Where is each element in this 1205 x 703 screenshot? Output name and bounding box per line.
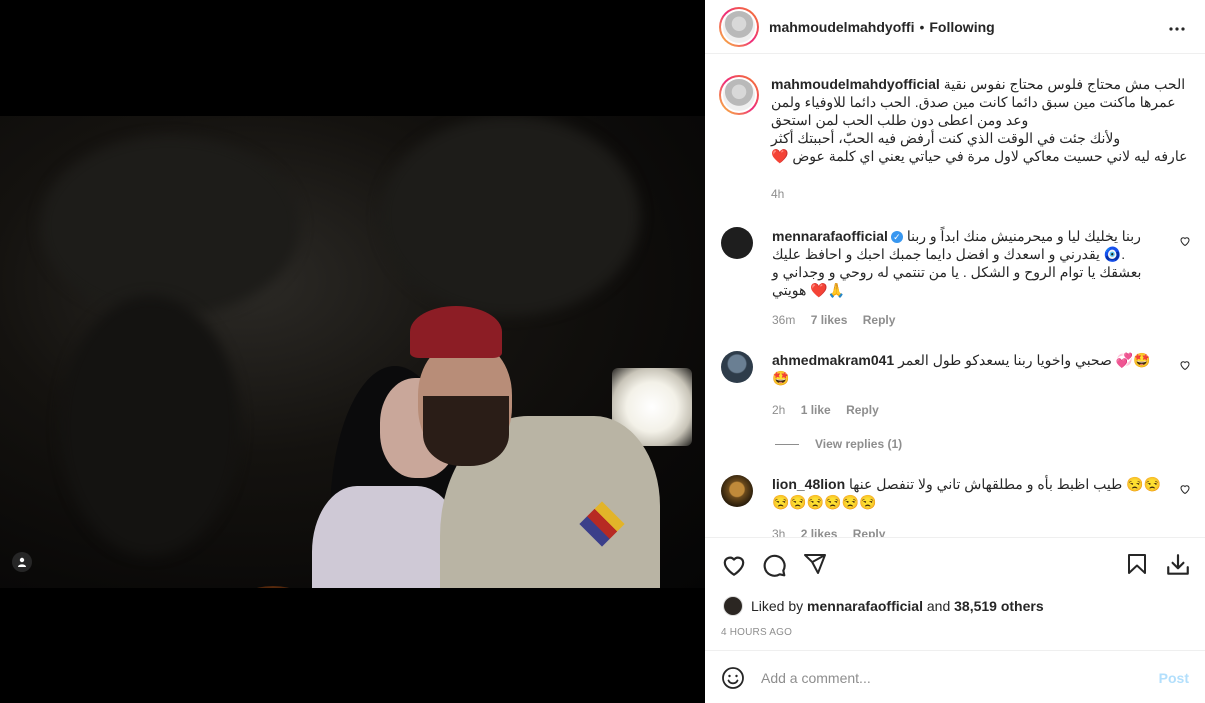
comment-line: طيب اظبط بأه و مطلقهاش تاني ولا تنفصل عن… bbox=[849, 476, 1162, 492]
caption-line: عارفه ليه لاني حسيت معاكي لاول مرة في حي… bbox=[771, 148, 1188, 164]
comments-list[interactable]: mahmoudelmahdyofficial الحب مش محتاج فلو… bbox=[705, 55, 1205, 537]
caption-author-avatar[interactable] bbox=[719, 75, 759, 115]
commenter-avatar[interactable] bbox=[721, 227, 753, 259]
reply-button[interactable]: Reply bbox=[863, 313, 896, 327]
commenter-avatar[interactable] bbox=[721, 475, 753, 507]
comment-line: 🤩 bbox=[772, 370, 790, 386]
comment-likes[interactable]: 2 likes bbox=[801, 527, 838, 537]
comment-time[interactable]: 36m bbox=[772, 313, 795, 327]
reply-button[interactable]: Reply bbox=[846, 403, 879, 417]
commenter-username[interactable]: mennarafaofficial bbox=[772, 228, 888, 244]
post-sidebar: mahmoudelmahdyoffi • Following mahmoudel… bbox=[705, 0, 1205, 703]
comment-time[interactable]: 3h bbox=[772, 527, 785, 537]
post-timestamp[interactable]: 4 HOURS AGO bbox=[721, 627, 792, 638]
commenter-avatar[interactable] bbox=[721, 351, 753, 383]
following-button[interactable]: Following bbox=[929, 19, 994, 35]
commenter-username[interactable]: lion_48lion bbox=[772, 476, 845, 492]
caption-line: الحب مش محتاج فلوس محتاج نفوس نقية bbox=[943, 76, 1186, 92]
post-header: mahmoudelmahdyoffi • Following bbox=[705, 0, 1205, 54]
comment-line: 😒😒😒😒😒😒 bbox=[772, 494, 877, 510]
comment-likes[interactable]: 1 like bbox=[801, 403, 831, 417]
likes-count[interactable]: 38,519 others bbox=[954, 598, 1044, 614]
liked-by-label: Liked by bbox=[751, 598, 804, 614]
emoji-icon[interactable] bbox=[721, 666, 745, 690]
more-options-icon[interactable] bbox=[1169, 15, 1185, 36]
and-label: and bbox=[926, 598, 951, 614]
caption-line: ولأنك جئت في الوقت الذي كنت أرفض فيه الح… bbox=[771, 130, 1121, 146]
fire-pit bbox=[236, 586, 310, 588]
heart-icon[interactable] bbox=[721, 552, 747, 578]
post-actions: Liked by mennarafaofficial and 38,519 ot… bbox=[705, 537, 1205, 703]
commenter-username[interactable]: ahmedmakram041 bbox=[772, 352, 894, 368]
comment-like-heart-icon[interactable] bbox=[1179, 483, 1191, 495]
add-comment-bar: Post bbox=[705, 650, 1205, 703]
view-replies-button[interactable]: View replies (1) bbox=[775, 437, 902, 451]
post-comment-button[interactable]: Post bbox=[1159, 670, 1189, 686]
comment-line: ربنا يخليك ليا و ميحرمنيش منك ابداً و رب… bbox=[906, 228, 1141, 244]
download-icon[interactable] bbox=[1165, 552, 1191, 578]
action-bar bbox=[719, 552, 1191, 580]
comment-icon[interactable] bbox=[761, 552, 787, 578]
comment-likes[interactable]: 7 likes bbox=[811, 313, 848, 327]
caption-author[interactable]: mahmoudelmahdyofficial bbox=[771, 76, 940, 92]
view-replies-label[interactable]: View replies (1) bbox=[815, 437, 902, 451]
likes-summary: Liked by mennarafaofficial and 38,519 ot… bbox=[723, 596, 1044, 616]
bookmark-icon[interactable] bbox=[1125, 552, 1149, 576]
comment-line: هويتي ❤️🙏 bbox=[772, 282, 846, 298]
liker-avatar[interactable] bbox=[723, 596, 743, 616]
comment-line: بعشقك يا توام الروح و الشكل . يا من تنتم… bbox=[772, 264, 1142, 280]
post-photo[interactable] bbox=[0, 116, 705, 588]
comment-input[interactable] bbox=[761, 669, 1151, 686]
liker-username[interactable]: mennarafaofficial bbox=[807, 598, 923, 614]
post-media bbox=[0, 0, 705, 703]
comment-like-heart-icon[interactable] bbox=[1179, 235, 1191, 247]
user-tag-icon[interactable] bbox=[12, 552, 32, 572]
divider bbox=[775, 443, 799, 445]
author-username[interactable]: mahmoudelmahdyoffi bbox=[769, 19, 914, 35]
comment-time[interactable]: 2h bbox=[772, 403, 785, 417]
caption-time[interactable]: 4h bbox=[771, 187, 784, 201]
separator-dot: • bbox=[919, 18, 925, 35]
comment-line: صحبي واخويا ربنا يسعدكو طول العمر 💞🤩 bbox=[898, 352, 1151, 368]
caption-line: عمرها ماكنت مين سبق دائما كانت مين صدق. … bbox=[771, 94, 1176, 110]
comment-like-heart-icon[interactable] bbox=[1179, 359, 1191, 371]
author-avatar[interactable] bbox=[719, 6, 759, 47]
comment-line: يقدرني و اسعدك و افضل دايما جمبك احبك و … bbox=[772, 246, 1126, 262]
reply-button[interactable]: Reply bbox=[853, 527, 886, 537]
share-icon[interactable] bbox=[803, 552, 827, 576]
verified-badge-icon: ✓ bbox=[890, 231, 903, 244]
caption-line: وعد ومن اعطى دون طلب الحب لمن استحق bbox=[771, 112, 1029, 128]
